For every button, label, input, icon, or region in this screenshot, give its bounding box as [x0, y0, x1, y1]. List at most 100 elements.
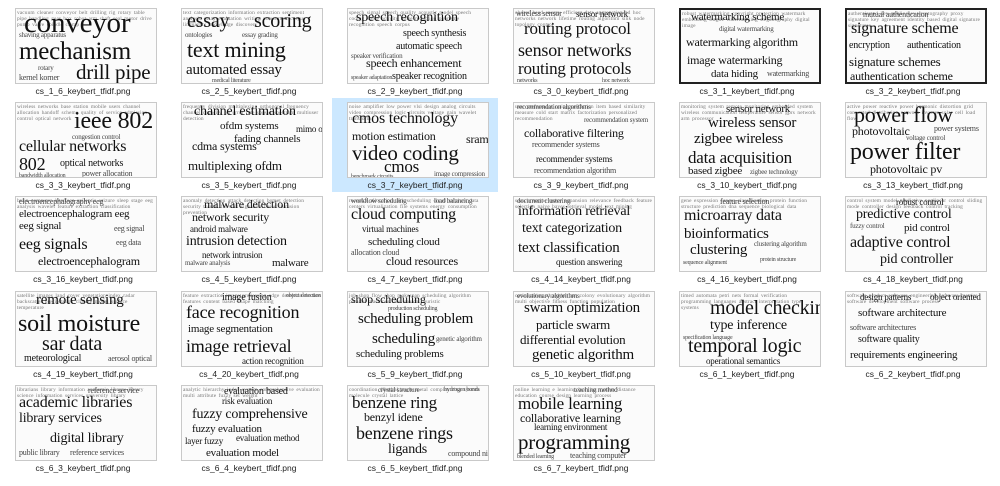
wordcloud-word: evaluation model: [206, 447, 279, 459]
wordcloud-word: intrusion detection: [186, 234, 287, 249]
wordcloud-word: watermarking algorithm: [686, 35, 798, 49]
wordcloud-word: image compression: [434, 170, 485, 178]
wordcloud-word: image segmentation: [188, 323, 273, 335]
wordcloud-word: photovoltaic: [852, 124, 910, 138]
wordcloud-word: public library: [19, 448, 60, 457]
file-item[interactable]: frequency division multiplexing orthogon…: [166, 98, 332, 192]
wordcloud-word: load balancing: [434, 197, 473, 205]
wordcloud-word: programming: [518, 430, 631, 454]
wordcloud-word: image retrieval: [186, 336, 292, 356]
file-name-label: cs_4_19_keybert_tfidf.png: [33, 369, 133, 379]
wordcloud-thumbnail-image: authenticated key public key cryptograph…: [845, 8, 987, 84]
wordcloud-word: software architecture: [858, 307, 947, 319]
wordcloud-word: ieee 802: [74, 108, 154, 134]
file-item[interactable]: control system model predictive nonlinea…: [830, 192, 996, 286]
file-item[interactable]: search engine query expansion relevance …: [498, 192, 664, 286]
wordcloud-word: speaker verification: [351, 52, 403, 60]
file-name-label: cs_3_7_keybert_tfidf.png: [367, 180, 463, 190]
wordcloud-word: aerosol optical: [108, 354, 152, 363]
wordcloud-word: kernel korner: [19, 73, 60, 82]
file-item[interactable]: software product software engineering so…: [830, 287, 996, 381]
wordcloud-word: evaluation method: [236, 433, 300, 443]
file-item[interactable]: monitoring system remote monitoring embe…: [664, 98, 830, 192]
wordcloud-word: optical networks: [60, 158, 124, 169]
file-name-label: cs_3_1_keybert_tfidf.png: [699, 86, 795, 96]
wordcloud-word: text categorization: [522, 221, 622, 236]
file-item[interactable]: analytic hierarchy index system comprehe…: [166, 381, 332, 475]
file-item[interactable]: gene expression cancer classification pr…: [664, 192, 830, 286]
file-item[interactable]: online learning e learning learning syst…: [498, 381, 664, 475]
file-item[interactable]: anomaly detection attack detection botne…: [166, 192, 332, 286]
wordcloud-word: signature scheme: [851, 20, 959, 37]
file-item[interactable]: coordination dihedral angle metal comple…: [332, 381, 498, 475]
wordcloud-word: collaborative filtering: [524, 126, 624, 140]
wordcloud-word: sensor networks: [518, 40, 632, 60]
wordcloud-word: shop scheduling: [351, 292, 426, 306]
file-item[interactable]: cluster head energy efficient data aggre…: [498, 4, 664, 98]
wordcloud-word: electroencephalogram eeg: [19, 208, 130, 220]
wordcloud-word: genetic algorithm: [532, 347, 634, 363]
file-item[interactable]: active power reactive power harmonic dis…: [830, 98, 996, 192]
wordcloud-word: scheduling problems: [356, 348, 444, 360]
wordcloud-thumbnail-image: active power reactive power harmonic dis…: [845, 102, 987, 178]
wordcloud-thumbnail-image: software product software engineering so…: [845, 291, 987, 367]
file-item[interactable]: librarians library information academic …: [0, 381, 166, 475]
wordcloud-thumbnail-image: librarians library information academic …: [15, 385, 157, 461]
file-item[interactable]: satellite images land cover vegetation i…: [0, 287, 166, 381]
wordcloud-word: speaker recognition: [392, 71, 467, 82]
file-name-label: cs_6_1_keybert_tfidf.png: [699, 369, 795, 379]
wordcloud-thumbnail-image: vacuum cleaner conveyor belt drilling ri…: [15, 8, 157, 84]
wordcloud-word: benzyl idene: [364, 410, 423, 424]
wordcloud-word: hoc network: [602, 78, 630, 84]
file-item[interactable]: user preferences rating prediction item …: [498, 98, 664, 192]
wordcloud-thumbnail-image: cluster head energy efficient data aggre…: [513, 8, 655, 84]
file-item[interactable]: robust watermarking copyright protection…: [664, 4, 830, 98]
file-name-label: cs_4_5_keybert_tfidf.png: [201, 274, 297, 284]
wordcloud-word: clustering: [690, 242, 748, 258]
wordcloud-word: eeg data: [116, 238, 141, 247]
wordcloud-word: digital library: [50, 431, 124, 446]
wordcloud-word: image watermarking: [687, 53, 783, 67]
file-item[interactable]: optimization algorithm ant colony evolut…: [498, 287, 664, 381]
wordcloud-word: data acquisition: [688, 148, 792, 167]
file-item[interactable]: timed automata petri nets formal verific…: [664, 287, 830, 381]
file-item[interactable]: job shop flow shop makespan scheduling a…: [332, 287, 498, 381]
file-item[interactable]: noise amplifier low power vlsi design an…: [332, 98, 498, 192]
wordcloud-word: hydrogen bonds: [444, 387, 480, 393]
wordcloud-thumbnail-image: noise amplifier low power vlsi design an…: [347, 102, 489, 178]
wordcloud-word: sar data: [42, 333, 103, 355]
wordcloud-word: power allocation: [82, 169, 133, 178]
wordcloud-thumbnail-image: text categorization information extracti…: [181, 8, 323, 84]
file-item[interactable]: authenticated key public key cryptograph…: [830, 4, 996, 98]
file-item[interactable]: wireless networks base station mobile us…: [0, 98, 166, 192]
file-item[interactable]: text categorization information extracti…: [166, 4, 332, 98]
wordcloud-word: design patterns: [860, 292, 912, 302]
wordcloud-thumbnail-image: frequency division multiplexing orthogon…: [181, 102, 323, 178]
wordcloud-word: cdma systems: [192, 139, 257, 153]
wordcloud-word: object oriented: [930, 292, 981, 302]
wordcloud-thumbnail-image: job shop flow shop makespan scheduling a…: [347, 291, 489, 367]
file-name-label: cs_3_0_keybert_tfidf.png: [533, 86, 629, 96]
wordcloud-word: voltage control: [906, 134, 946, 142]
wordcloud-word: fuzzy control: [850, 222, 885, 230]
wordcloud-word: electroencephalogram: [38, 254, 140, 268]
file-item[interactable]: brain computer interface epileptic seizu…: [0, 192, 166, 286]
wordcloud-thumbnail-image: satellite images land cover vegetation i…: [15, 291, 157, 367]
file-name-label: cs_1_6_keybert_tfidf.png: [35, 86, 131, 96]
file-item[interactable]: resource allocation task scheduling clou…: [332, 192, 498, 286]
wordcloud-word: cmos technology: [352, 110, 458, 127]
wordcloud-word: speech synthesis: [403, 28, 467, 39]
wordcloud-word: fuzzy comprehensive: [192, 407, 308, 422]
wordcloud-word: malware: [272, 257, 309, 269]
file-name-label: cs_3_16_keybert_tfidf.png: [33, 274, 133, 284]
file-item[interactable]: feature extraction image processing edge…: [166, 287, 332, 381]
wordcloud-word: cloud computing: [351, 206, 456, 223]
wordcloud-word: android malware: [190, 224, 248, 234]
wordcloud-word: risk evaluation: [222, 396, 273, 406]
file-item[interactable]: speech signal speech quality acoustic mo…: [332, 4, 498, 98]
file-name-label: cs_6_2_keybert_tfidf.png: [865, 369, 961, 379]
wordcloud-thumbnail-image: anomaly detection attack detection botne…: [181, 196, 323, 272]
wordcloud-word: watermarking scheme: [691, 11, 785, 23]
wordcloud-word: scheduling: [372, 331, 435, 347]
file-item[interactable]: vacuum cleaner conveyor belt drilling ri…: [0, 4, 166, 98]
